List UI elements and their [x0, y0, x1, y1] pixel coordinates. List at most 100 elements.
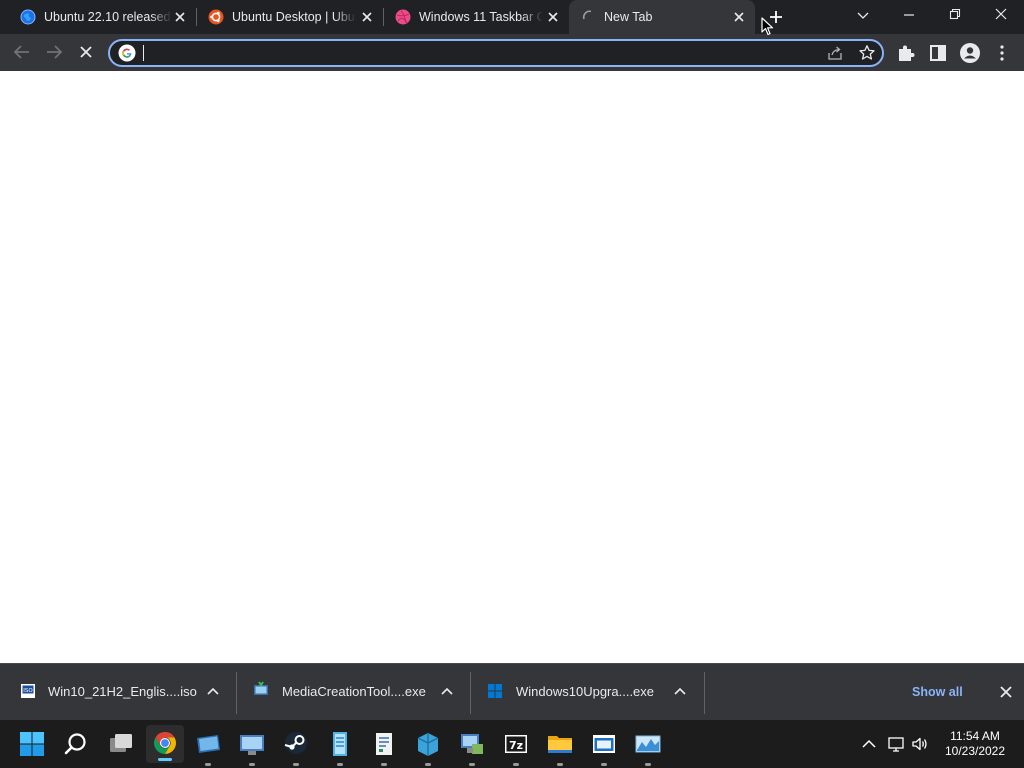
close-icon[interactable] — [731, 9, 747, 25]
taskbar-app-button[interactable] — [588, 728, 620, 766]
clock-time: 11:54 AM — [950, 729, 1000, 743]
bookmark-star-icon[interactable] — [858, 44, 876, 62]
app-icon — [333, 732, 347, 756]
running-indicator — [205, 763, 211, 766]
taskbar-app-button[interactable] — [192, 728, 224, 766]
restore-button[interactable] — [932, 0, 978, 32]
menu-kebab-icon[interactable] — [990, 41, 1014, 65]
app-icon — [240, 735, 264, 755]
download-item[interactable]: ISO Win10_21H2_Englis....iso — [0, 664, 236, 720]
taskbar-search-button[interactable] — [60, 728, 92, 760]
app-icon — [635, 735, 661, 753]
running-indicator — [293, 763, 299, 766]
steam-icon — [284, 732, 307, 754]
page-content — [0, 71, 1024, 663]
chevron-up-icon[interactable] — [440, 685, 454, 699]
chevron-up-icon[interactable] — [860, 735, 878, 753]
taskbar-app-button[interactable] — [236, 728, 268, 766]
running-indicator — [557, 763, 563, 766]
mouse-cursor-icon — [761, 17, 774, 36]
app-icon — [461, 734, 483, 754]
start-button[interactable] — [16, 728, 48, 760]
running-indicator — [425, 763, 431, 766]
tab-search-button[interactable] — [840, 0, 886, 32]
taskbar-app-button[interactable] — [412, 728, 444, 766]
running-indicator — [381, 763, 387, 766]
dribbble-icon — [395, 9, 411, 25]
app-icon — [593, 735, 615, 753]
clock-date: 10/23/2022 — [944, 744, 1006, 758]
running-indicator — [158, 758, 172, 761]
media-creation-tool-icon — [254, 681, 268, 695]
app-icon — [376, 733, 392, 755]
download-separator — [704, 672, 705, 714]
start-icon — [20, 732, 44, 756]
svg-text:7z: 7z — [509, 739, 523, 752]
svg-text:ISO: ISO — [23, 688, 33, 694]
close-icon[interactable] — [998, 684, 1014, 700]
taskbar-app-button[interactable] — [456, 728, 488, 766]
download-item[interactable]: Windows10Upgra....exe — [471, 664, 704, 720]
close-window-button[interactable] — [978, 0, 1024, 32]
search-icon — [64, 733, 86, 755]
close-icon[interactable] — [359, 9, 375, 25]
text-caret — [143, 45, 144, 61]
download-item[interactable]: MediaCreationTool....exe — [237, 664, 470, 720]
download-filename: Win10_21H2_Englis....iso — [48, 684, 197, 699]
running-indicator — [645, 763, 651, 766]
taskbar-chrome-button[interactable] — [146, 725, 184, 763]
taskbar-app-button[interactable] — [324, 728, 356, 766]
download-filename: Windows10Upgra....exe — [516, 684, 655, 699]
7zip-icon: 7z — [505, 735, 527, 753]
tab-title-fade — [334, 0, 356, 34]
forward-arrow-icon[interactable] — [42, 40, 66, 64]
task-view-button[interactable] — [105, 728, 137, 760]
taskbar-app-button[interactable] — [368, 728, 400, 766]
back-arrow-icon[interactable] — [10, 40, 34, 64]
restore-icon — [949, 8, 961, 20]
chevron-up-icon[interactable] — [206, 685, 220, 699]
running-indicator — [601, 763, 607, 766]
stop-loading-icon[interactable] — [74, 40, 98, 64]
chevron-up-icon[interactable] — [673, 685, 687, 699]
minimize-icon — [904, 14, 914, 16]
tab-new-tab[interactable]: New Tab — [569, 0, 755, 34]
taskbar-steam-button[interactable] — [280, 728, 312, 766]
running-indicator — [337, 763, 343, 766]
app-icon — [197, 735, 220, 753]
tab-windows-11-taskbar[interactable]: Windows 11 Taskbar Concept — [383, 0, 569, 34]
tab-ubuntu-desktop[interactable]: Ubuntu Desktop | Ubuntu — [196, 0, 382, 34]
chevron-down-icon — [857, 12, 869, 19]
close-icon — [995, 8, 1007, 20]
tab-title-fade — [521, 0, 543, 34]
tab-ubuntu-released[interactable]: Ubuntu 22.10 released — [8, 0, 194, 34]
profile-avatar-icon[interactable] — [958, 41, 982, 65]
ubuntu-icon — [208, 9, 224, 25]
share-icon[interactable] — [826, 44, 844, 62]
minimize-button[interactable] — [886, 0, 932, 32]
task-view-icon — [110, 734, 132, 752]
taskbar-7zip-button[interactable]: 7z — [500, 728, 532, 766]
address-bar[interactable] — [108, 39, 884, 67]
close-icon[interactable] — [172, 9, 188, 25]
network-icon[interactable] — [887, 735, 905, 753]
volume-icon[interactable] — [911, 735, 929, 753]
tab-strip: Ubuntu 22.10 released Ubuntu Desktop | U… — [0, 0, 1024, 34]
running-indicator — [469, 763, 475, 766]
download-filename: MediaCreationTool....exe — [282, 684, 426, 699]
address-input[interactable] — [142, 44, 802, 62]
side-panel-icon[interactable] — [926, 41, 950, 65]
close-icon[interactable] — [545, 9, 561, 25]
google-icon — [118, 44, 136, 62]
extensions-puzzle-icon[interactable] — [894, 41, 918, 65]
running-indicator — [513, 763, 519, 766]
app-icon — [417, 733, 439, 756]
tab-title-fade — [150, 0, 172, 34]
screen: Ubuntu 22.10 released Ubuntu Desktop | U… — [0, 0, 1024, 768]
taskbar-file-explorer-button[interactable] — [544, 728, 576, 766]
running-indicator — [249, 763, 255, 766]
taskbar-app-button[interactable] — [632, 728, 664, 766]
taskbar-clock[interactable]: 11:54 AM 10/23/2022 — [930, 729, 1020, 759]
iso-file-icon: ISO — [21, 684, 35, 698]
show-all-downloads-link[interactable]: Show all — [912, 664, 963, 720]
